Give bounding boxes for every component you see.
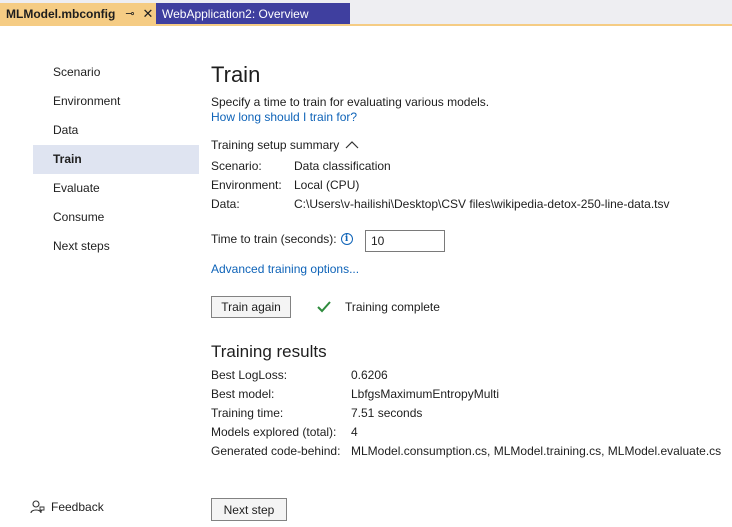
tab-label: MLModel.mbconfig xyxy=(6,6,116,21)
page-title: Train xyxy=(211,62,261,87)
sidebar-item-data[interactable]: Data xyxy=(33,116,199,145)
result-key: Generated code-behind: xyxy=(211,444,341,458)
sidebar-item-environment[interactable]: Environment xyxy=(33,87,199,116)
sidebar-item-consume[interactable]: Consume xyxy=(33,203,199,232)
time-to-train-text: Time to train (seconds): xyxy=(211,232,337,246)
training-status: Training complete xyxy=(317,300,440,314)
info-icon[interactable]: i xyxy=(340,233,353,245)
close-icon[interactable]: ✕ xyxy=(143,6,154,22)
result-value: MLModel.consumption.cs, MLModel.training… xyxy=(351,444,722,458)
result-value: 4 xyxy=(351,425,358,439)
advanced-training-options-link[interactable]: Advanced training options... xyxy=(211,262,359,276)
sidebar-item-evaluate[interactable]: Evaluate xyxy=(33,174,199,203)
sidebar-item-label: Scenario xyxy=(53,65,101,79)
tab-mlmodel-mbconfig[interactable]: MLModel.mbconfig ⊸ ✕ xyxy=(0,3,156,24)
sidebar-item-scenario[interactable]: Scenario xyxy=(33,58,199,87)
summary-key: Data: xyxy=(211,197,240,211)
summary-value: Data classification xyxy=(294,159,391,173)
time-to-train-input[interactable] xyxy=(365,230,445,252)
sidebar-item-label: Environment xyxy=(53,94,121,108)
chevron-up-icon xyxy=(345,141,359,149)
sidebar-item-label: Evaluate xyxy=(53,181,100,195)
summary-heading: Training setup summary xyxy=(211,138,340,152)
sidebar-item-label: Train xyxy=(53,152,82,166)
status-text: Training complete xyxy=(345,300,440,314)
pin-icon[interactable]: ⊸ xyxy=(125,7,134,20)
summary-key: Environment: xyxy=(211,178,282,192)
summary-value: Local (CPU) xyxy=(294,178,360,192)
result-value: 7.51 seconds xyxy=(351,406,423,420)
how-long-link[interactable]: How long should I train for? xyxy=(211,110,357,124)
feedback-person-icon xyxy=(30,499,45,513)
page-subtitle: Specify a time to train for evaluating v… xyxy=(211,95,490,109)
next-step-button[interactable]: Next step xyxy=(211,498,287,521)
train-again-button[interactable]: Train again xyxy=(211,296,291,318)
feedback-label: Feedback xyxy=(51,500,104,514)
result-value: 0.6206 xyxy=(351,368,388,382)
result-value: LbfgsMaximumEntropyMulti xyxy=(351,387,500,401)
tab-bar-underline xyxy=(0,24,732,26)
wizard-sidebar: Scenario Environment Data Train Evaluate… xyxy=(33,58,199,261)
tab-label: WebApplication2: Overview xyxy=(162,6,309,21)
sidebar-item-train[interactable]: Train xyxy=(33,145,199,174)
time-to-train-label: Time to train (seconds): i xyxy=(211,232,353,246)
tab-webapplication2-overview[interactable]: WebApplication2: Overview xyxy=(156,3,350,24)
sidebar-item-next-steps[interactable]: Next steps xyxy=(33,232,199,261)
result-key: Models explored (total): xyxy=(211,425,337,439)
training-results-heading: Training results xyxy=(211,342,327,361)
sidebar-item-label: Next steps xyxy=(53,239,110,253)
summary-value: C:\Users\v-hailishi\Desktop\CSV files\wi… xyxy=(294,197,670,211)
checkmark-icon xyxy=(317,301,331,313)
result-key: Best model: xyxy=(211,387,275,401)
summary-key: Scenario: xyxy=(211,159,262,173)
result-key: Training time: xyxy=(211,406,284,420)
training-setup-summary-toggle[interactable]: Training setup summary xyxy=(211,138,359,152)
sidebar-item-label: Consume xyxy=(53,210,105,224)
result-key: Best LogLoss: xyxy=(211,368,288,382)
feedback-link[interactable]: Feedback xyxy=(30,498,104,516)
sidebar-item-label: Data xyxy=(53,123,79,137)
